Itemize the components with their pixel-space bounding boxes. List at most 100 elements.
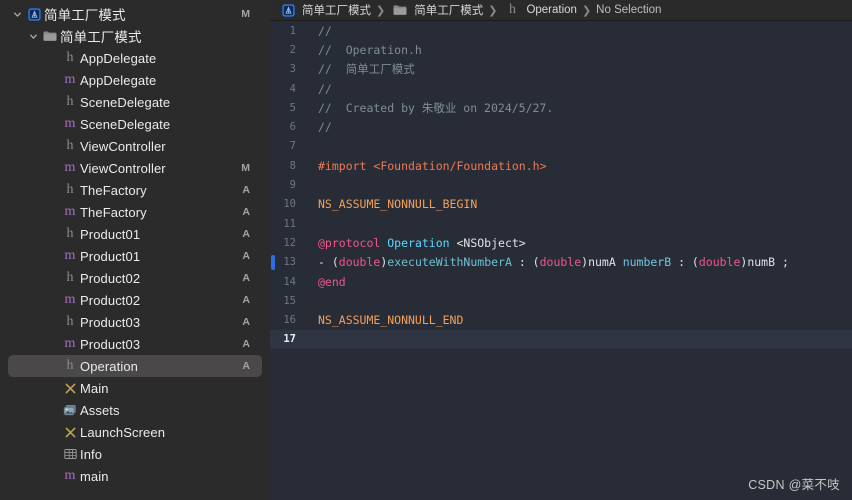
scm-status-badge: A — [242, 294, 250, 306]
navigator-row-viewcontroller[interactable]: h ViewController — [8, 135, 262, 157]
code-line-11[interactable]: 11 — [270, 214, 852, 233]
line-number: 8 — [289, 159, 296, 172]
line-number: 17 — [283, 333, 296, 346]
breadcrumb-item-1[interactable]: 简单工厂模式 — [390, 2, 483, 18]
navigator-row-appdelegate[interactable]: m AppDelegate — [8, 69, 262, 91]
header-file-icon: h — [66, 94, 74, 109]
plist-icon — [60, 448, 80, 460]
breadcrumb-item-3[interactable]: No Selection — [596, 4, 661, 16]
token: )numA — [581, 255, 623, 270]
code-line-6[interactable]: 6 // — [270, 117, 852, 136]
scm-status-badge: A — [242, 250, 250, 262]
navigator-row-label: Product02 — [80, 292, 141, 308]
code-text: NS_ASSUME_NONNULL_END — [302, 313, 852, 327]
token: // Created by 朱敬业 on 2024/5/27. — [318, 100, 554, 115]
navigator-row-product03[interactable]: m Product03 A — [8, 333, 262, 355]
code-line-10[interactable]: 10 NS_ASSUME_NONNULL_BEGIN — [270, 195, 852, 214]
navigator-row-product02[interactable]: h Product02 A — [8, 267, 262, 289]
objc-file-icon: m — [64, 336, 76, 351]
breadcrumb[interactable]: 简单工厂模式 ❯ 简单工厂模式 ❯ h Operation ❯ No Selection — [270, 0, 852, 21]
navigator-row-product01[interactable]: h Product01 A — [8, 223, 262, 245]
navigator-row-label: Main — [80, 380, 109, 396]
navigator-row-label: Info — [80, 446, 103, 462]
navigator-row-简单工厂模式[interactable]: 简单工厂模式 M — [8, 3, 262, 25]
token: // — [318, 23, 332, 38]
code-line-2[interactable]: 2 // Operation.h — [270, 40, 852, 59]
chevron-down-icon[interactable] — [26, 32, 40, 41]
objc-file-icon: m — [64, 116, 76, 131]
line-number: 14 — [283, 275, 296, 288]
navigator-row-main[interactable]: Main — [8, 377, 262, 399]
token: )numB ; — [740, 255, 789, 270]
code-text: // Created by 朱敬业 on 2024/5/27. — [302, 100, 852, 116]
code-line-13[interactable]: 13- (double)executeWithNumberA : (double… — [270, 253, 852, 272]
chevron-down-icon[interactable] — [10, 10, 24, 19]
navigator-row-label: SceneDelegate — [80, 94, 171, 110]
code-line-3[interactable]: 3 // 简单工厂模式 — [270, 60, 852, 79]
header-file-icon: h — [66, 50, 74, 65]
navigator-row-label: Product03 — [80, 336, 141, 352]
line-number: 16 — [283, 314, 296, 327]
navigator-row-product03[interactable]: h Product03 A — [8, 311, 262, 333]
code-text: // Operation.h — [302, 43, 852, 57]
objc-file-icon: m — [64, 204, 76, 219]
navigator-row-label: LaunchScreen — [80, 424, 166, 440]
code-line-8[interactable]: 8 #import <Foundation/Foundation.h> — [270, 156, 852, 175]
navigator-row-thefactory[interactable]: h TheFactory A — [8, 179, 262, 201]
navigator-row-launchscreen[interactable]: LaunchScreen — [8, 421, 262, 443]
navigator-row-label: Operation — [80, 358, 138, 374]
code-line-4[interactable]: 4 // — [270, 79, 852, 98]
code-text: // — [302, 120, 852, 134]
objc-file-icon: m — [64, 72, 76, 87]
code-text: // — [302, 82, 852, 96]
code-line-16[interactable]: 16 NS_ASSUME_NONNULL_END — [270, 310, 852, 329]
breadcrumb-item-label: 简单工厂模式 — [302, 5, 371, 17]
code-text: - (double)executeWithNumberA : (double)n… — [302, 255, 852, 269]
project-navigator[interactable]: 简单工厂模式 M 简单工厂模式 h AppDelegate m AppDelegate h Sc… — [0, 0, 270, 500]
navigator-row-info[interactable]: Info — [8, 443, 262, 465]
navigator-row-appdelegate[interactable]: h AppDelegate — [8, 47, 262, 69]
breadcrumb-item-0[interactable]: 简单工厂模式 — [278, 2, 371, 18]
code-line-9[interactable]: 9 — [270, 175, 852, 194]
objc-file-icon: m — [64, 292, 76, 307]
scm-status-badge: M — [241, 162, 250, 174]
token: // — [318, 120, 332, 135]
breadcrumb-separator: ❯ — [488, 4, 498, 17]
navigator-row-label: AppDelegate — [80, 72, 157, 88]
code-editor[interactable]: 1 // 2 // Operation.h 3 // 简单工厂模式 4 // 5 // Creat… — [270, 21, 852, 500]
code-line-12[interactable]: 12 @protocol Operation <NSObject> — [270, 233, 852, 252]
code-line-1[interactable]: 1 // — [270, 21, 852, 40]
code-line-17[interactable]: 17 — [270, 329, 852, 350]
token: double — [338, 255, 381, 270]
assets-icon — [60, 404, 80, 417]
code-line-14[interactable]: 14 @end — [270, 272, 852, 291]
navigator-row-operation[interactable]: h Operation A — [8, 355, 262, 377]
editor-pane: 简单工厂模式 ❯ 简单工厂模式 ❯ h Operation ❯ No Selection 1 /… — [270, 0, 852, 500]
navigator-row-label: main — [80, 468, 109, 484]
code-line-5[interactable]: 5 // Created by 朱敬业 on 2024/5/27. — [270, 98, 852, 117]
scm-status-badge: A — [242, 338, 250, 350]
code-line-15[interactable]: 15 — [270, 291, 852, 310]
navigator-row-main[interactable]: m main — [8, 465, 262, 487]
header-file-icon: h — [66, 226, 74, 241]
navigator-row-product01[interactable]: m Product01 A — [8, 245, 262, 267]
watermark-label: CSDN @菜不吱 — [748, 478, 840, 492]
token: <NSObject> — [449, 235, 526, 250]
navigator-row-scenedelegate[interactable]: h SceneDelegate — [8, 91, 262, 113]
code-line-7[interactable]: 7 — [270, 137, 852, 156]
navigator-row-label: TheFactory — [80, 182, 147, 198]
navigator-row-简单工厂模式[interactable]: 简单工厂模式 — [8, 25, 262, 47]
navigator-row-product02[interactable]: m Product02 A — [8, 289, 262, 311]
navigator-row-assets[interactable]: Assets — [8, 399, 262, 421]
navigator-row-label: ViewController — [80, 160, 166, 176]
token: NS_ASSUME_NONNULL_BEGIN — [318, 197, 478, 212]
code-text: @end — [302, 275, 852, 289]
navigator-row-scenedelegate[interactable]: m SceneDelegate — [8, 113, 262, 135]
navigator-row-label: TheFactory — [80, 204, 147, 220]
navigator-row-thefactory[interactable]: m TheFactory A — [8, 201, 262, 223]
navigator-row-viewcontroller[interactable]: m ViewController M — [8, 157, 262, 179]
folder-icon — [390, 4, 410, 16]
scm-status-badge: A — [242, 360, 250, 372]
navigator-row-label: SceneDelegate — [80, 116, 171, 132]
breadcrumb-item-2[interactable]: h Operation — [502, 3, 577, 17]
